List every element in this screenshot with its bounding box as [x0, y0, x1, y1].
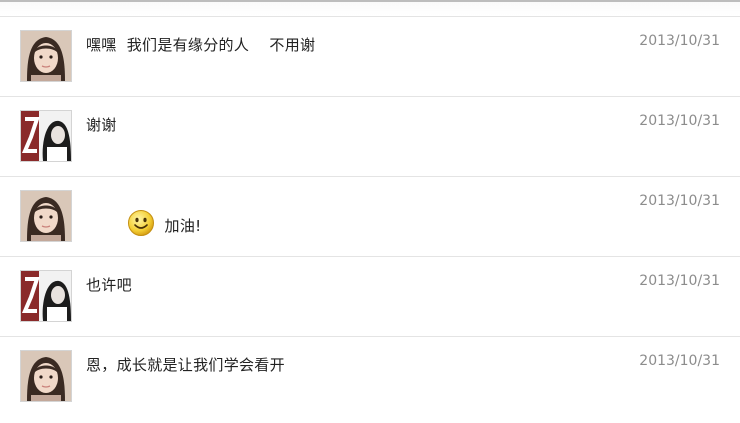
girl-portrait-avatar[interactable]	[20, 350, 72, 402]
girl-portrait-avatar[interactable]	[20, 190, 72, 242]
comment-row: 加油! 2013/10/31	[0, 176, 740, 256]
comment-text: 嘿嘿 我们是有缘分的人 不用谢	[86, 36, 316, 54]
comment-date: 2013/10/31	[639, 193, 720, 209]
comment-content: 加油!	[86, 191, 201, 259]
comment-text: 加油!	[164, 216, 202, 235]
comment-row: 谢谢 2013/10/31	[0, 96, 740, 176]
smiley-face-icon	[86, 191, 165, 259]
girl-portrait-avatar[interactable]	[20, 30, 72, 82]
comment-row: 嘿嘿 我们是有缘分的人 不用谢 2013/10/31	[0, 16, 740, 96]
black-white-girl-avatar[interactable]	[20, 110, 72, 162]
top-shadow	[0, 2, 740, 16]
comment-date: 2013/10/31	[639, 33, 720, 49]
comment-date: 2013/10/31	[639, 273, 720, 289]
comment-text: 谢谢	[86, 116, 117, 134]
comment-date: 2013/10/31	[639, 113, 720, 129]
comment-text: 也许吧	[86, 276, 132, 294]
black-white-girl-avatar[interactable]	[20, 270, 72, 322]
comment-date: 2013/10/31	[639, 353, 720, 369]
comment-row: 恩，成长就是让我们学会看开 2013/10/31	[0, 336, 740, 422]
comment-row: 也许吧 2013/10/31	[0, 256, 740, 336]
comment-text: 恩，成长就是让我们学会看开	[86, 356, 285, 374]
comment-list: 嘿嘿 我们是有缘分的人 不用谢 2013/10/31 谢谢 2013/10/31	[0, 16, 740, 422]
